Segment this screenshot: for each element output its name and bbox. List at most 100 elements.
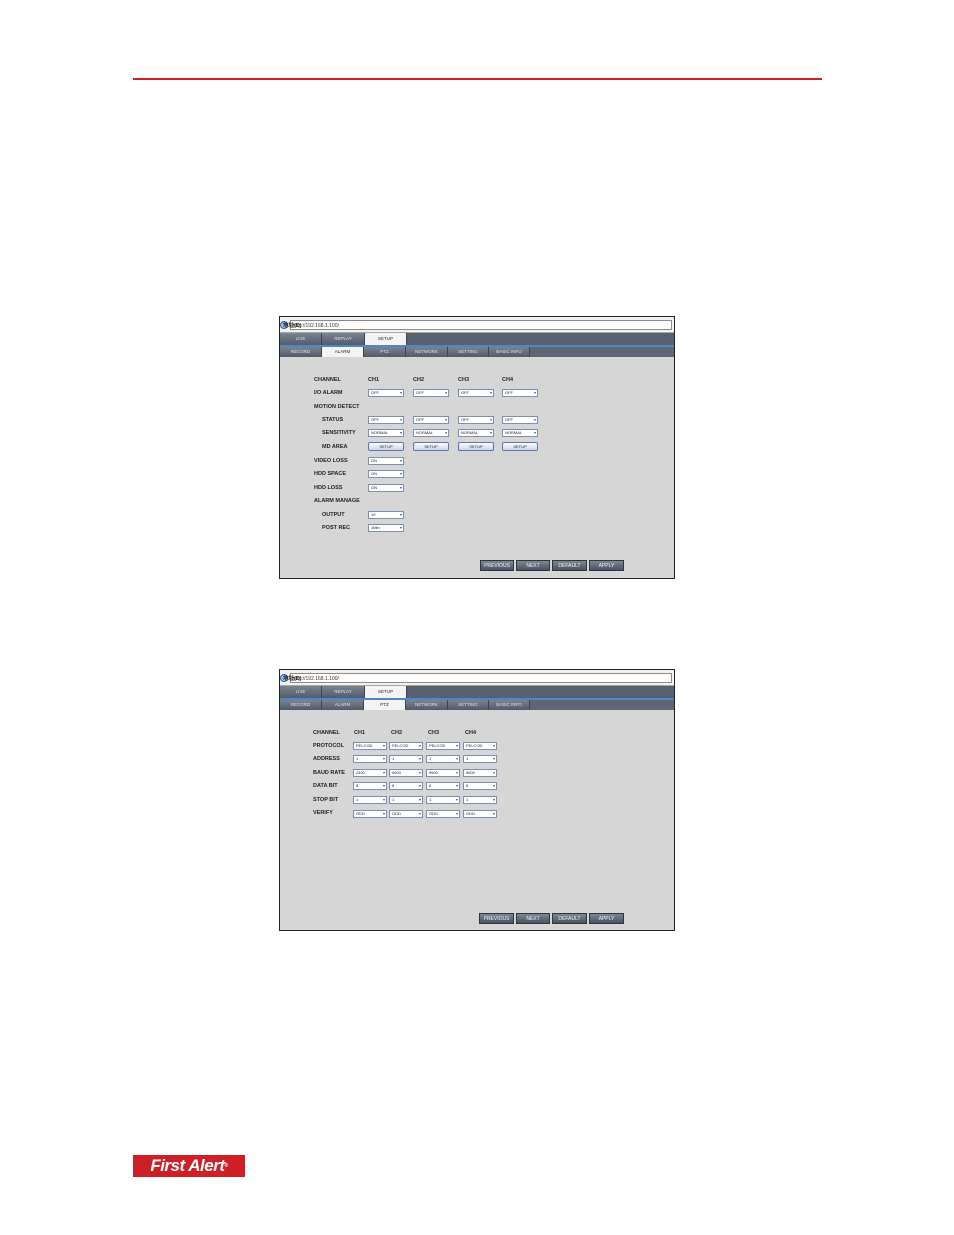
md-area-ch2-setup-button[interactable]: SETUP <box>413 442 449 451</box>
chevron-down-icon: ▾ <box>382 743 385 748</box>
select-value: ON <box>371 458 377 463</box>
verify-ch4-select[interactable]: ODD ▾ <box>463 810 497 818</box>
address-ch4-select[interactable]: 1 ▾ <box>463 755 497 763</box>
md-area-ch3-setup-button[interactable]: SETUP <box>458 442 494 451</box>
status-ch1-select[interactable]: OFF ▾ <box>368 416 404 424</box>
sub-tab-bar: RECORD ALARM PTZ NETWORK SETTING BASIC I… <box>280 700 674 710</box>
channel-label: CHANNEL <box>314 377 341 383</box>
select-value: 1 <box>392 756 395 761</box>
channel-label: CHANNEL <box>313 730 340 736</box>
sensitivity-ch1-select[interactable]: NORMAL ▾ <box>368 429 404 437</box>
data-bit-ch2-select[interactable]: 8 ▾ <box>389 782 423 790</box>
io-alarm-ch3-select[interactable]: OFF ▾ <box>458 389 494 397</box>
subtab-record[interactable]: RECORD <box>280 347 322 357</box>
io-alarm-ch2-select[interactable]: OFF ▾ <box>413 389 449 397</box>
md-area-ch1-setup-button[interactable]: SETUP <box>368 442 404 451</box>
logo-text: First Alert <box>150 1156 225 1175</box>
baud-rate-label: BAUD RATE <box>313 770 345 776</box>
header-rule <box>133 78 822 80</box>
tab-replay[interactable]: REPLAY <box>322 686 365 698</box>
status-ch3-select[interactable]: OFF ▾ <box>458 416 494 424</box>
output-select[interactable]: 10 ▾ <box>368 511 404 519</box>
status-ch4-select[interactable]: OFF ▾ <box>502 416 538 424</box>
subtab-network[interactable]: NETWORK <box>406 700 448 710</box>
chevron-down-icon: ▾ <box>492 797 495 802</box>
tab-live[interactable]: LIVE <box>280 333 322 345</box>
md-area-ch4-setup-button[interactable]: SETUP <box>502 442 538 451</box>
select-value: OFF <box>371 417 379 422</box>
chevron-down-icon: ▾ <box>455 756 458 761</box>
ch3-header: CH3 <box>428 730 440 736</box>
subtab-alarm[interactable]: ALARM <box>322 347 364 357</box>
protocol-ch2-select[interactable]: PELCOD ▾ <box>389 742 423 750</box>
tab-live[interactable]: LIVE <box>280 686 322 698</box>
post-rec-select[interactable]: 1Min ▾ <box>368 524 404 532</box>
sensitivity-ch3-select[interactable]: NORMAL ▾ <box>458 429 494 437</box>
status-ch2-select[interactable]: OFF ▾ <box>413 416 449 424</box>
url-field[interactable]: http://192.168.1.100/ <box>290 672 672 683</box>
subtab-basic-info[interactable]: BASIC INFO <box>489 347 530 357</box>
subtab-alarm[interactable]: ALARM <box>322 700 364 710</box>
protocol-ch1-select[interactable]: PELCOD ▾ <box>353 742 387 750</box>
io-alarm-ch4-select[interactable]: OFF ▾ <box>502 389 538 397</box>
subtab-basic-info[interactable]: BASIC INFO <box>489 700 530 710</box>
chevron-down-icon: ▾ <box>492 756 495 761</box>
baud-rate-ch2-select[interactable]: 9600 ▾ <box>389 769 423 777</box>
data-bit-ch4-select[interactable]: 8 ▾ <box>463 782 497 790</box>
stop-bit-ch4-select[interactable]: 1 ▾ <box>463 796 497 804</box>
data-bit-ch1-select[interactable]: 8 ▾ <box>353 782 387 790</box>
io-alarm-ch1-select[interactable]: OFF ▾ <box>368 389 404 397</box>
stop-bit-ch3-select[interactable]: 1 ▾ <box>426 796 460 804</box>
subtab-ptz[interactable]: PTZ <box>364 700 406 710</box>
chevron-down-icon: ▾ <box>492 743 495 748</box>
apply-button[interactable]: APPLY <box>589 913 624 924</box>
hdd-space-select[interactable]: ON ▾ <box>368 470 404 478</box>
chevron-down-icon: ▾ <box>455 811 458 816</box>
tab-setup[interactable]: SETUP <box>365 333 407 345</box>
chevron-down-icon: ▾ <box>399 430 402 435</box>
hdd-loss-select[interactable]: ON ▾ <box>368 484 404 492</box>
address-ch1-select[interactable]: 1 ▾ <box>353 755 387 763</box>
select-value: 9600 <box>429 770 438 775</box>
stop-bit-ch1-select[interactable]: 1 ▾ <box>353 796 387 804</box>
baud-rate-ch3-select[interactable]: 9600 ▾ <box>426 769 460 777</box>
select-value: OFF <box>416 417 424 422</box>
url-field[interactable]: http://192.168.1.100/ <box>290 319 672 330</box>
video-loss-select[interactable]: ON ▾ <box>368 457 404 465</box>
select-value: OFF <box>461 390 469 395</box>
protocol-ch3-select[interactable]: PELCOD ▾ <box>426 742 460 750</box>
default-button[interactable]: DEFAULT <box>552 560 587 571</box>
sensitivity-ch2-select[interactable]: NORMAL ▾ <box>413 429 449 437</box>
subtab-setting[interactable]: SETTING <box>448 700 489 710</box>
chevron-down-icon: ▾ <box>399 417 402 422</box>
verify-ch3-select[interactable]: ODD ▾ <box>426 810 460 818</box>
tab-setup[interactable]: SETUP <box>365 686 407 698</box>
subtab-setting[interactable]: SETTING <box>448 347 489 357</box>
baud-rate-ch1-select[interactable]: 2400 ▾ <box>353 769 387 777</box>
sensitivity-ch4-select[interactable]: NORMAL ▾ <box>502 429 538 437</box>
tab-replay[interactable]: REPLAY <box>322 333 365 345</box>
next-button[interactable]: NEXT <box>516 560 550 571</box>
chevron-down-icon: ▾ <box>444 390 447 395</box>
next-button[interactable]: NEXT <box>516 913 550 924</box>
previous-button[interactable]: PREVIOUS <box>480 560 514 571</box>
subtab-ptz[interactable]: PTZ <box>364 347 406 357</box>
address-ch3-select[interactable]: 1 ▾ <box>426 755 460 763</box>
registered-mark: ® <box>224 1163 228 1169</box>
io-alarm-label: I/O ALARM <box>314 390 343 396</box>
verify-ch2-select[interactable]: ODD ▾ <box>389 810 423 818</box>
subtab-network[interactable]: NETWORK <box>406 347 448 357</box>
subtab-record[interactable]: RECORD <box>280 700 322 710</box>
protocol-ch4-select[interactable]: PELCOD ▾ <box>463 742 497 750</box>
baud-rate-ch4-select[interactable]: 9600 ▾ <box>463 769 497 777</box>
data-bit-ch3-select[interactable]: 8 ▾ <box>426 782 460 790</box>
previous-button[interactable]: PREVIOUS <box>479 913 514 924</box>
chevron-down-icon: ▾ <box>455 743 458 748</box>
default-button[interactable]: DEFAULT <box>552 913 587 924</box>
chevron-down-icon: ▾ <box>492 811 495 816</box>
verify-ch1-select[interactable]: ODD ▾ <box>353 810 387 818</box>
apply-button[interactable]: APPLY <box>589 560 624 571</box>
stop-bit-ch2-select[interactable]: 1 ▾ <box>389 796 423 804</box>
address-ch2-select[interactable]: 1 ▾ <box>389 755 423 763</box>
select-value: 8 <box>392 783 395 788</box>
